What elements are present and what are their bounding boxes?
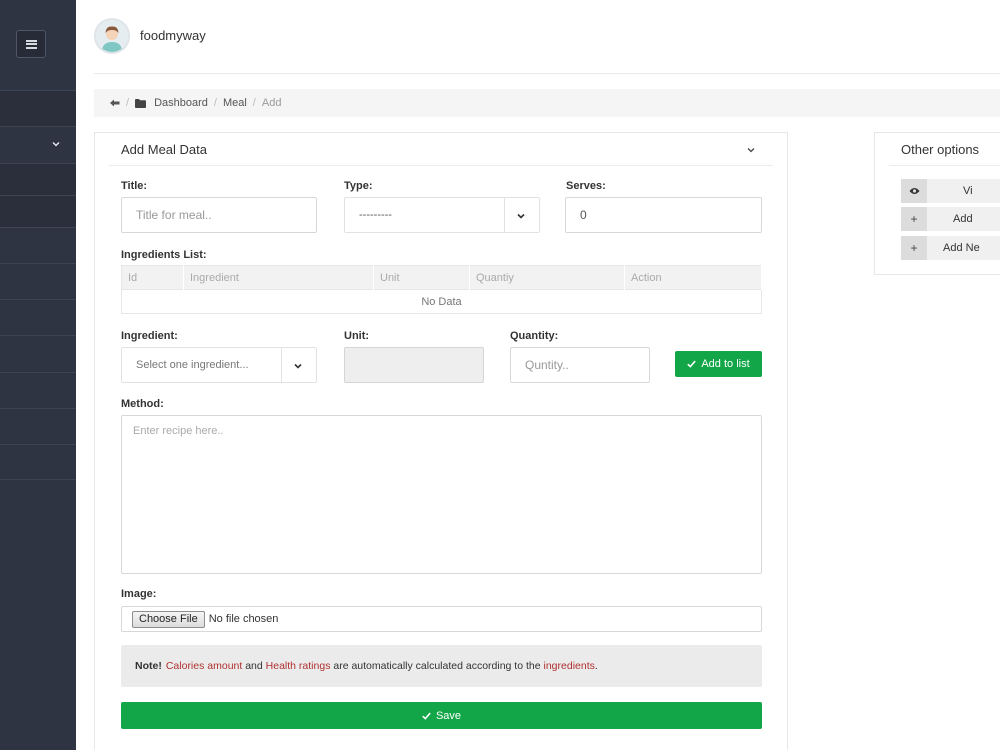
- sidebar-item[interactable]: [0, 263, 76, 299]
- sidebar-item[interactable]: [0, 299, 76, 335]
- ingredient-label: Ingredient:: [121, 330, 178, 342]
- sidebar-item[interactable]: [0, 227, 76, 263]
- sidebar-item[interactable]: [0, 372, 76, 408]
- ingredients-table: Id Ingredient Unit Quantiy Action No Dat…: [121, 265, 762, 314]
- column-header-id: Id: [121, 265, 184, 290]
- card-divider: [889, 165, 1000, 166]
- breadcrumb-dashboard[interactable]: Dashboard: [154, 97, 208, 109]
- note-middle: are automatically calculated according t…: [330, 660, 544, 672]
- type-select-value: ---------: [359, 209, 392, 221]
- table-row: No Data: [121, 289, 762, 314]
- quantity-input[interactable]: [510, 347, 650, 383]
- option-add-label: Add: [927, 207, 1000, 231]
- other-options-card: Other options Vi + Add + Add Ne: [874, 132, 1000, 275]
- note-ingredients: ingredients: [543, 660, 595, 672]
- option-add-new-label: Add Ne: [927, 236, 1000, 260]
- other-options-title: Other options: [901, 142, 980, 157]
- option-add[interactable]: + Add: [901, 207, 1000, 231]
- sidebar-item[interactable]: [0, 195, 76, 227]
- type-label: Type:: [344, 180, 373, 192]
- breadcrumb-add: Add: [261, 97, 282, 109]
- calculation-note: Note! Calories amount and Health ratings…: [121, 645, 762, 687]
- folder-icon: [135, 98, 147, 108]
- option-add-new[interactable]: + Add Ne: [901, 236, 1000, 260]
- avatar[interactable]: [94, 18, 130, 54]
- check-icon: [422, 711, 431, 720]
- select-divider: [504, 198, 505, 232]
- unit-field: [344, 347, 484, 383]
- hamburger-icon: [25, 39, 37, 49]
- serves-input[interactable]: [565, 197, 762, 233]
- ingredient-select[interactable]: Select one ingredient...: [121, 347, 317, 383]
- sidebar-item[interactable]: [0, 408, 76, 444]
- save-button[interactable]: Save: [121, 702, 762, 729]
- sidebar-item[interactable]: [0, 444, 76, 480]
- sidebar-item[interactable]: [0, 335, 76, 372]
- collapse-chevron-icon[interactable]: [747, 146, 755, 154]
- card-title: Add Meal Data: [121, 142, 207, 157]
- option-view[interactable]: Vi: [901, 179, 1000, 203]
- note-calories: Calories amount: [165, 660, 243, 672]
- chevron-down-icon: [52, 141, 60, 147]
- breadcrumb-separator: /: [213, 97, 217, 109]
- add-to-list-button[interactable]: Add to list: [675, 351, 762, 377]
- serves-label: Serves:: [566, 180, 606, 192]
- option-view-label: Vi: [927, 179, 1000, 203]
- breadcrumb-separator: /: [126, 97, 130, 109]
- sidebar-item-expandable[interactable]: [0, 126, 76, 163]
- user-avatar-icon: [96, 20, 128, 52]
- ingredient-select-placeholder: Select one ingredient...: [136, 359, 249, 371]
- eye-icon: [901, 179, 927, 203]
- back-arrow-icon[interactable]: [110, 99, 120, 107]
- card-divider: [109, 165, 773, 166]
- chevron-down-icon: [517, 213, 525, 219]
- chevron-down-icon: [294, 363, 302, 369]
- plus-icon: +: [901, 236, 927, 260]
- title-label: Title:: [121, 180, 148, 192]
- save-label: Save: [435, 709, 462, 722]
- ingredients-list-label: Ingredients List:: [121, 249, 207, 261]
- sidebar-item[interactable]: [0, 90, 76, 126]
- column-header-action: Action: [624, 265, 762, 290]
- table-header-row: Id Ingredient Unit Quantiy Action: [121, 265, 762, 290]
- plus-icon: +: [901, 207, 927, 231]
- quantity-label: Quantity:: [510, 330, 559, 342]
- file-status: No file chosen: [208, 613, 279, 625]
- image-file-input[interactable]: Choose File No file chosen: [121, 606, 762, 632]
- menu-toggle-button[interactable]: [16, 30, 46, 58]
- top-header: foodmyway: [94, 0, 1000, 74]
- sidebar: [0, 0, 76, 750]
- unit-label: Unit:: [344, 330, 370, 342]
- add-meal-card: Add Meal Data Title: Type: --------- Ser…: [94, 132, 788, 750]
- sidebar-item[interactable]: [0, 163, 76, 195]
- check-icon: [687, 360, 697, 368]
- choose-file-button[interactable]: Choose File: [132, 610, 205, 628]
- brand-name[interactable]: foodmyway: [140, 28, 206, 43]
- breadcrumb-meal[interactable]: Meal: [223, 97, 247, 109]
- breadcrumb: / Dashboard / Meal / Add: [94, 89, 1000, 117]
- note-strong: Note!: [135, 660, 162, 672]
- select-divider: [281, 348, 282, 382]
- add-to-list-label: Add to list: [701, 358, 750, 370]
- method-label: Method:: [121, 398, 164, 410]
- note-and: and: [242, 660, 266, 672]
- column-header-ingredient: Ingredient: [183, 265, 374, 290]
- method-textarea[interactable]: [121, 415, 762, 574]
- column-header-quantity: Quantiy: [469, 265, 625, 290]
- table-empty-message: No Data: [121, 289, 762, 314]
- image-label: Image:: [121, 588, 157, 600]
- breadcrumb-separator: /: [252, 97, 256, 109]
- type-select[interactable]: ---------: [344, 197, 540, 233]
- column-header-unit: Unit: [373, 265, 470, 290]
- title-input[interactable]: [121, 197, 317, 233]
- note-health: Health ratings: [265, 660, 331, 672]
- note-end: .: [594, 660, 598, 672]
